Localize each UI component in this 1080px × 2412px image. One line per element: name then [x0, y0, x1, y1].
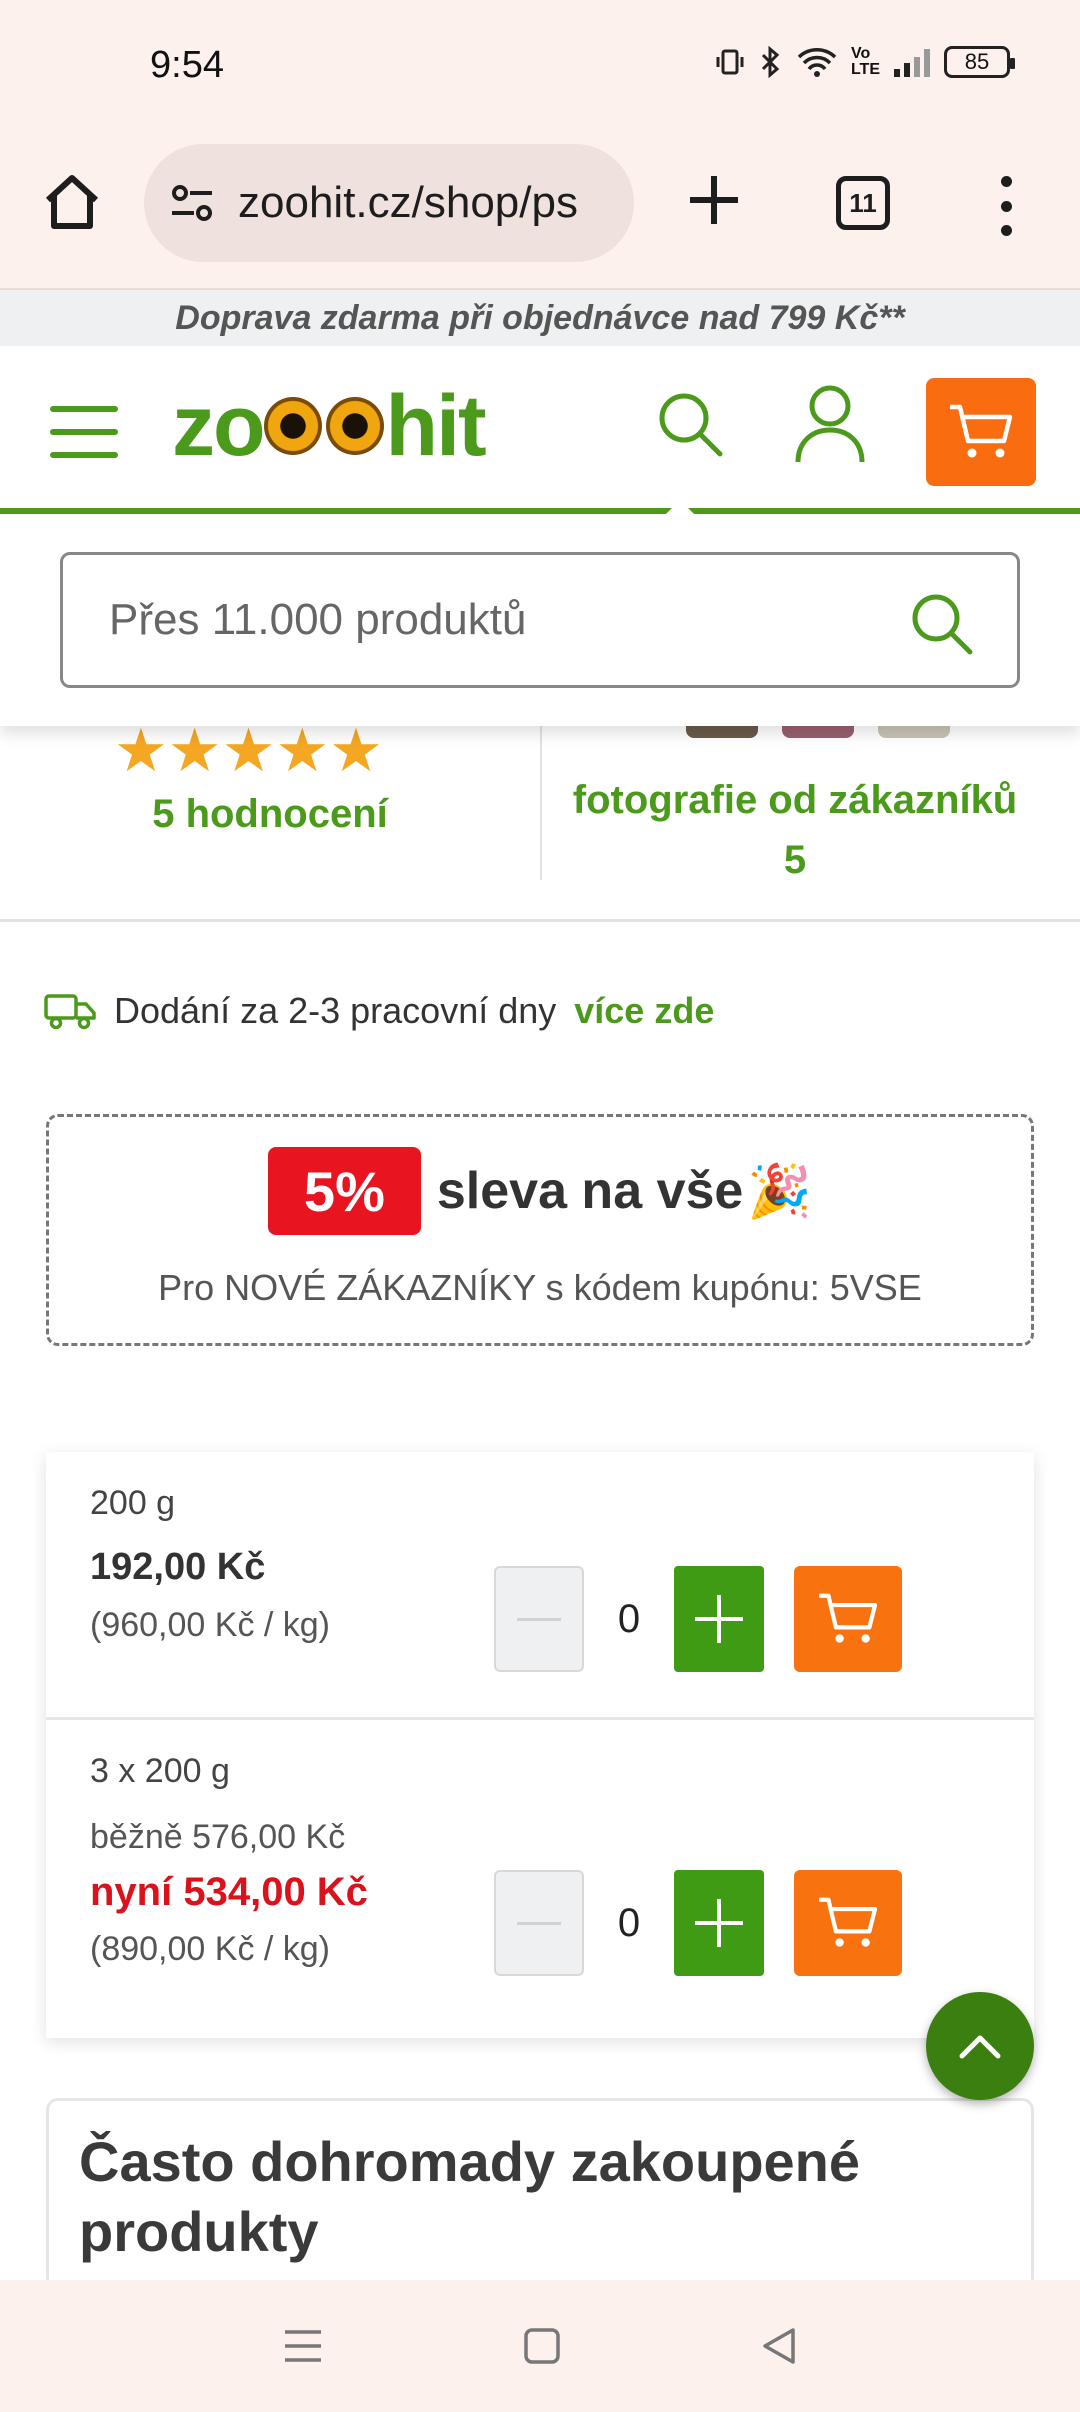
cart-button[interactable]	[926, 378, 1036, 486]
url-bar[interactable]: zoohit.cz/shop/ps	[144, 144, 634, 262]
delivery-more-link[interactable]: více zde	[574, 990, 714, 1032]
logo-text-left: zo	[172, 377, 266, 474]
minus-icon	[517, 1617, 561, 1621]
status-time: 9:54	[150, 44, 224, 86]
search-dropdown	[0, 520, 1080, 726]
customer-photos-label: fotografie od zákazníků	[572, 778, 1018, 822]
quantity-stepper: 0	[494, 1566, 902, 1672]
chevron-up-icon	[959, 2035, 1001, 2059]
shipping-banner: Doprava zdarma při objednávce nad 799 Kč…	[0, 290, 1080, 346]
photo-thumb[interactable]	[686, 726, 758, 738]
variant-unit-price: (890,00 Kč / kg)	[90, 1930, 331, 1968]
coupon-title: sleva na vše	[436, 1162, 744, 1220]
wifi-icon	[797, 48, 837, 77]
variant-sale-price: nyní 534,00 Kč	[90, 1870, 368, 1914]
minus-icon	[517, 1921, 561, 1925]
decrease-button[interactable]	[494, 1870, 584, 1976]
user-account-icon[interactable]	[794, 382, 866, 466]
signal-icon	[894, 47, 930, 77]
variant-name: 3 x 200 g	[90, 1752, 230, 1790]
coupon-box: 5% sleva na vše 🎉 Pro NOVÉ ZÁKAZNÍKY s k…	[46, 1114, 1034, 1346]
add-to-cart-button[interactable]	[794, 1870, 902, 1976]
rating-stars: ★★★★★	[114, 726, 383, 774]
variant-name: 200 g	[90, 1484, 176, 1522]
system-nav-bar	[0, 2280, 1080, 2412]
cart-icon	[950, 404, 1013, 458]
coupon-headline: 5% sleva na vše 🎉	[49, 1147, 1031, 1235]
often-bought-section: Často dohromady zakoupené produkty	[46, 2098, 1034, 2288]
recent-apps-icon[interactable]	[283, 2328, 323, 2364]
plus-icon	[695, 1899, 743, 1947]
delivery-info: Dodání za 2-3 pracovní dny více zde	[44, 990, 714, 1032]
back-nav-icon[interactable]	[761, 2326, 797, 2366]
photo-thumb[interactable]	[782, 726, 854, 738]
quantity-stepper: 0	[494, 1870, 902, 1976]
variant-price: 192,00 Kč	[90, 1546, 266, 1588]
customer-photo-thumbs[interactable]	[686, 726, 950, 738]
status-icons: Vo LTE 85	[715, 45, 1015, 78]
variant-row: 3 x 200 g běžně 576,00 Kč nyní 534,00 Kč…	[46, 1720, 1034, 2038]
coupon-subtitle: Pro NOVÉ ZÁKAZNÍKY s kódem kupónu: 5VSE	[158, 1267, 922, 1308]
increase-button[interactable]	[674, 1870, 764, 1976]
site-header: zo hit	[0, 346, 1080, 514]
search-input[interactable]	[109, 595, 889, 645]
battery-icon: 85	[944, 46, 1015, 78]
more-menu-icon[interactable]	[996, 176, 1016, 236]
photo-thumb[interactable]	[878, 726, 950, 738]
search-box	[60, 552, 1020, 688]
add-to-cart-button[interactable]	[794, 1566, 902, 1672]
discount-badge: 5%	[267, 1147, 421, 1235]
url-text: zoohit.cz/shop/ps	[238, 178, 578, 227]
cart-icon	[819, 1593, 878, 1643]
browser-toolbar: zoohit.cz/shop/ps 11	[0, 140, 1080, 290]
status-bar: 9:54 Vo LTE 85	[0, 0, 1080, 140]
plus-icon	[695, 1595, 743, 1643]
site-settings-icon[interactable]	[168, 179, 216, 227]
delivery-text: Dodání za 2-3 pracovní dny	[114, 990, 557, 1031]
volte-icon: Vo LTE	[850, 45, 880, 78]
search-submit-icon[interactable]	[907, 589, 977, 659]
vibrate-icon	[716, 49, 744, 75]
scroll-to-top-button[interactable]	[926, 1992, 1034, 2100]
search-icon[interactable]	[654, 388, 726, 460]
product-variants: 200 g 192,00 Kč (960,00 Kč / kg) 0 3 x 2…	[46, 1452, 1034, 2038]
variant-regular-price: běžně 576,00 Kč	[90, 1818, 346, 1856]
bluetooth-icon	[761, 46, 780, 78]
new-tab-icon[interactable]	[684, 170, 744, 230]
increase-button[interactable]	[674, 1566, 764, 1672]
tab-switcher-button[interactable]: 11	[836, 176, 890, 230]
zoohit-logo[interactable]: zo hit	[172, 376, 487, 476]
logo-text-right: hit	[385, 377, 487, 474]
variant-unit-price: (960,00 Kč / kg)	[90, 1606, 331, 1644]
rating-count-link[interactable]: 5 hodnocení	[0, 792, 540, 837]
customer-photos-count: 5	[783, 838, 807, 882]
cart-icon	[819, 1897, 878, 1947]
delivery-truck-icon	[44, 994, 96, 1030]
party-popper-icon: 🎉	[747, 1162, 813, 1221]
hamburger-menu-icon[interactable]	[50, 406, 118, 458]
quantity-value[interactable]: 0	[584, 1901, 674, 1946]
customer-photos-link[interactable]: fotografie od zákazníků 5	[542, 770, 1048, 890]
often-bought-title: Často dohromady zakoupené produkty	[79, 2130, 861, 2263]
home-icon[interactable]	[40, 170, 104, 234]
variant-row: 200 g 192,00 Kč (960,00 Kč / kg) 0	[46, 1452, 1034, 1720]
rating-section: ★★★★★ 5 hodnocení fotografie od zákazník…	[0, 726, 1080, 922]
logo-eye-right	[325, 397, 384, 455]
quantity-value[interactable]: 0	[584, 1597, 674, 1642]
home-nav-icon[interactable]	[523, 2327, 561, 2365]
logo-eye-left	[263, 397, 322, 455]
search-dropdown-caret	[660, 500, 700, 520]
decrease-button[interactable]	[494, 1566, 584, 1672]
